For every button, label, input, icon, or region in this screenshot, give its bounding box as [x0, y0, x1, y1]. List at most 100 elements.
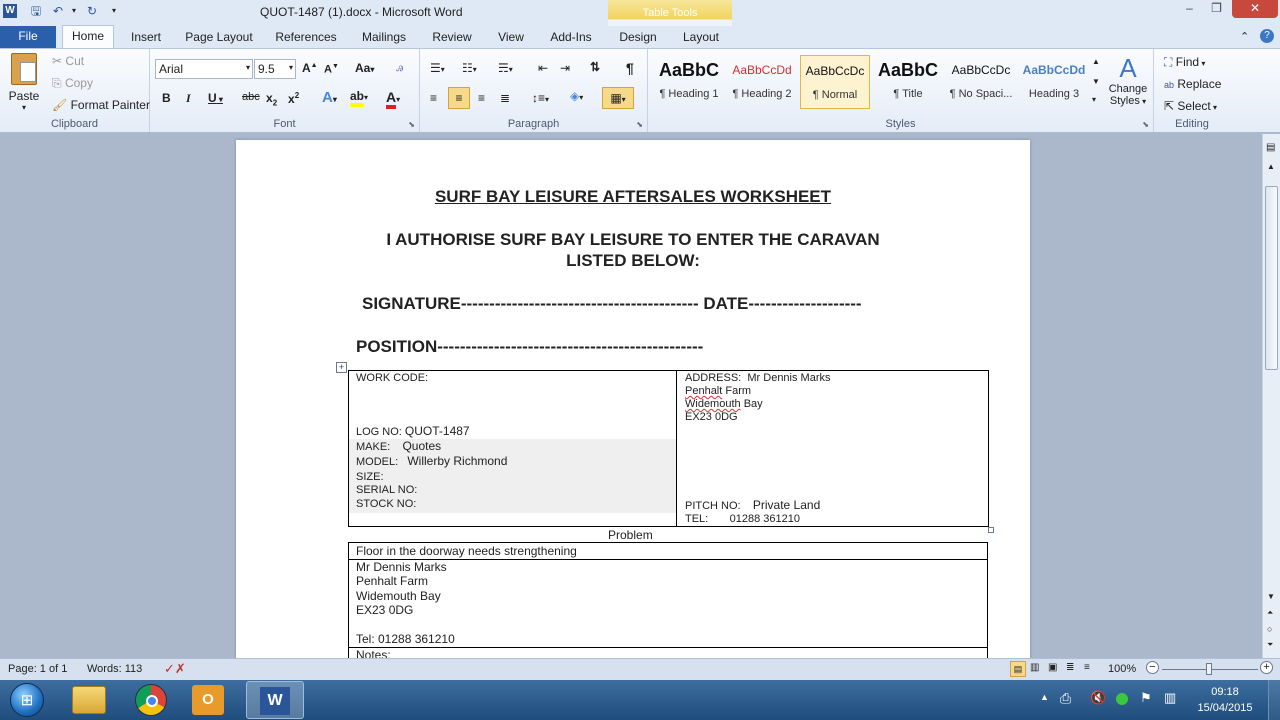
minimize-button[interactable]: –: [1176, 0, 1203, 18]
dialog-launcher-icon[interactable]: ⬊: [636, 120, 643, 129]
highlight-icon[interactable]: ab▾: [350, 89, 368, 107]
tab-page-layout[interactable]: Page Layout: [180, 29, 258, 49]
table-move-handle-icon[interactable]: +: [336, 362, 347, 373]
style-normal[interactable]: AaBbCcDc ¶ Normal: [800, 55, 870, 109]
word-count[interactable]: Words: 113: [87, 663, 142, 675]
maximize-button[interactable]: ❐: [1203, 0, 1230, 18]
customize-qat-icon[interactable]: ▾: [106, 3, 122, 19]
flag-icon[interactable]: ⚑: [1140, 690, 1152, 706]
print-layout-view-icon[interactable]: ▤: [1010, 661, 1026, 677]
font-name-box[interactable]: Arial ▾: [155, 59, 253, 79]
tab-add-ins[interactable]: Add-Ins: [544, 29, 598, 49]
style-title[interactable]: AaBbC ¶ Title: [873, 55, 943, 109]
printer-tray-icon[interactable]: ⎙: [1060, 690, 1071, 707]
previous-page-icon[interactable]: ⏶: [1267, 608, 1273, 618]
font-size-box[interactable]: 9.5 ▾: [254, 59, 296, 79]
explorer-taskbar-icon[interactable]: [72, 686, 106, 714]
volume-muted-icon[interactable]: 🔇: [1090, 690, 1106, 706]
style-no-spacing[interactable]: AaBbCcDc ¶ No Spaci...: [946, 55, 1016, 109]
clock-time[interactable]: 09:18: [1196, 686, 1254, 698]
dialog-launcher-icon[interactable]: ⬊: [408, 120, 415, 129]
shrink-font-icon[interactable]: A▼: [324, 63, 339, 76]
undo-icon[interactable]: ↶: [50, 3, 66, 19]
align-right-icon[interactable]: ≡: [478, 91, 485, 105]
web-layout-icon[interactable]: ▣: [1048, 662, 1057, 673]
shading-icon[interactable]: ◈▾: [570, 89, 583, 103]
align-left-icon[interactable]: ≡: [430, 91, 437, 105]
tab-design[interactable]: Design: [612, 29, 664, 49]
show-formatting-icon[interactable]: ¶: [626, 60, 634, 76]
zoom-level[interactable]: 100%: [1108, 663, 1136, 675]
zoom-slider-thumb[interactable]: [1206, 663, 1212, 675]
clear-formatting-icon[interactable]: ꭿ: [396, 60, 403, 75]
word-taskbar-icon[interactable]: W: [246, 681, 304, 719]
save-icon[interactable]: 🖫: [28, 3, 44, 19]
tab-layout[interactable]: Layout: [676, 29, 726, 49]
style-heading-3[interactable]: AaBbCcDd Heading 3: [1019, 55, 1089, 109]
tab-home[interactable]: Home: [62, 25, 114, 49]
style-heading-2[interactable]: AaBbCcDd ¶ Heading 2: [727, 55, 797, 109]
text-effects-icon[interactable]: A▾: [322, 89, 337, 106]
ruler-toggle-icon[interactable]: ▤: [1266, 142, 1275, 153]
start-button[interactable]: ⊞: [10, 683, 44, 717]
justify-icon[interactable]: ≣: [500, 91, 510, 105]
close-button[interactable]: ✕: [1232, 0, 1278, 18]
styles-more-icon[interactable]: ▾: [1092, 95, 1096, 104]
dialog-launcher-icon[interactable]: ⬊: [1142, 120, 1149, 129]
select-button[interactable]: ⇱ Select ▾: [1164, 99, 1217, 113]
scroll-thumb[interactable]: [1265, 186, 1278, 370]
paste-button[interactable]: Paste ▾: [6, 53, 42, 112]
show-desktop-button[interactable]: [1268, 680, 1280, 720]
outlook-taskbar-icon[interactable]: O: [192, 685, 224, 715]
numbering-icon[interactable]: ☷▾: [462, 61, 477, 75]
sort-icon[interactable]: ⇅: [590, 60, 600, 74]
full-screen-reading-icon[interactable]: ▥: [1030, 662, 1039, 673]
undo-dropdown-icon[interactable]: ▾: [66, 3, 82, 19]
copy-button[interactable]: ⎘ Copy: [52, 76, 93, 91]
change-case-icon[interactable]: Aa▾: [355, 61, 374, 75]
multilevel-list-icon[interactable]: ☴▾: [498, 61, 513, 75]
format-painter-button[interactable]: 🖌 Format Painter: [52, 98, 150, 112]
select-browse-object-icon[interactable]: ○: [1267, 624, 1272, 634]
find-button[interactable]: ⛶ Find ▾: [1164, 55, 1205, 70]
superscript-button[interactable]: x2: [288, 91, 299, 106]
replace-button[interactable]: ab Replace: [1164, 77, 1221, 91]
cut-button[interactable]: ✂ Cut: [52, 54, 84, 68]
proofing-icon[interactable]: ✓✗: [164, 661, 186, 677]
clock-date[interactable]: 15/04/2015: [1192, 702, 1258, 714]
word-app-icon[interactable]: W: [3, 4, 17, 18]
tab-file[interactable]: File: [0, 26, 56, 48]
tab-insert[interactable]: Insert: [124, 29, 168, 49]
styles-scroll-down-icon[interactable]: ▼: [1092, 77, 1100, 86]
styles-scroll-up-icon[interactable]: ▲: [1092, 57, 1100, 66]
bullets-icon[interactable]: ☰▾: [430, 61, 445, 75]
decrease-indent-icon[interactable]: ⇤: [538, 61, 548, 75]
align-center-icon[interactable]: ≡: [448, 87, 470, 109]
document-area[interactable]: SURF BAY LEISURE AFTERSALES WORKSHEET I …: [0, 134, 1262, 658]
vertical-scrollbar[interactable]: ▤ ▲ ▼ ⏶ ○ ⏷: [1262, 134, 1280, 658]
zoom-out-icon[interactable]: −: [1146, 661, 1159, 674]
strikethrough-button[interactable]: abc: [242, 91, 260, 103]
italic-button[interactable]: I: [186, 91, 191, 106]
table-resize-handle-icon[interactable]: [988, 527, 994, 533]
bold-button[interactable]: B: [162, 91, 171, 105]
draft-view-icon[interactable]: ≡: [1084, 662, 1090, 673]
tab-review[interactable]: Review: [426, 29, 478, 49]
tab-view[interactable]: View: [490, 29, 532, 49]
outline-view-icon[interactable]: ≣: [1066, 662, 1074, 673]
tab-references[interactable]: References: [270, 29, 342, 49]
ribbon-collapse-icon[interactable]: ⌃: [1240, 30, 1249, 43]
chrome-taskbar-icon[interactable]: [135, 684, 167, 716]
grow-font-icon[interactable]: A▲: [302, 61, 318, 75]
line-spacing-icon[interactable]: ↕≡▾: [532, 91, 549, 105]
show-hidden-icons[interactable]: ▲: [1040, 692, 1049, 702]
document-page[interactable]: SURF BAY LEISURE AFTERSALES WORKSHEET I …: [236, 140, 1030, 658]
underline-button[interactable]: U ▾: [208, 91, 223, 105]
scroll-up-icon[interactable]: ▲: [1267, 162, 1275, 171]
scroll-down-icon[interactable]: ▼: [1267, 592, 1275, 601]
subscript-button[interactable]: x2: [266, 91, 277, 107]
redo-icon[interactable]: ↻: [84, 3, 100, 19]
status-green-icon[interactable]: [1116, 693, 1128, 705]
network-icon[interactable]: ▥: [1164, 690, 1176, 706]
zoom-in-icon[interactable]: +: [1260, 661, 1273, 674]
